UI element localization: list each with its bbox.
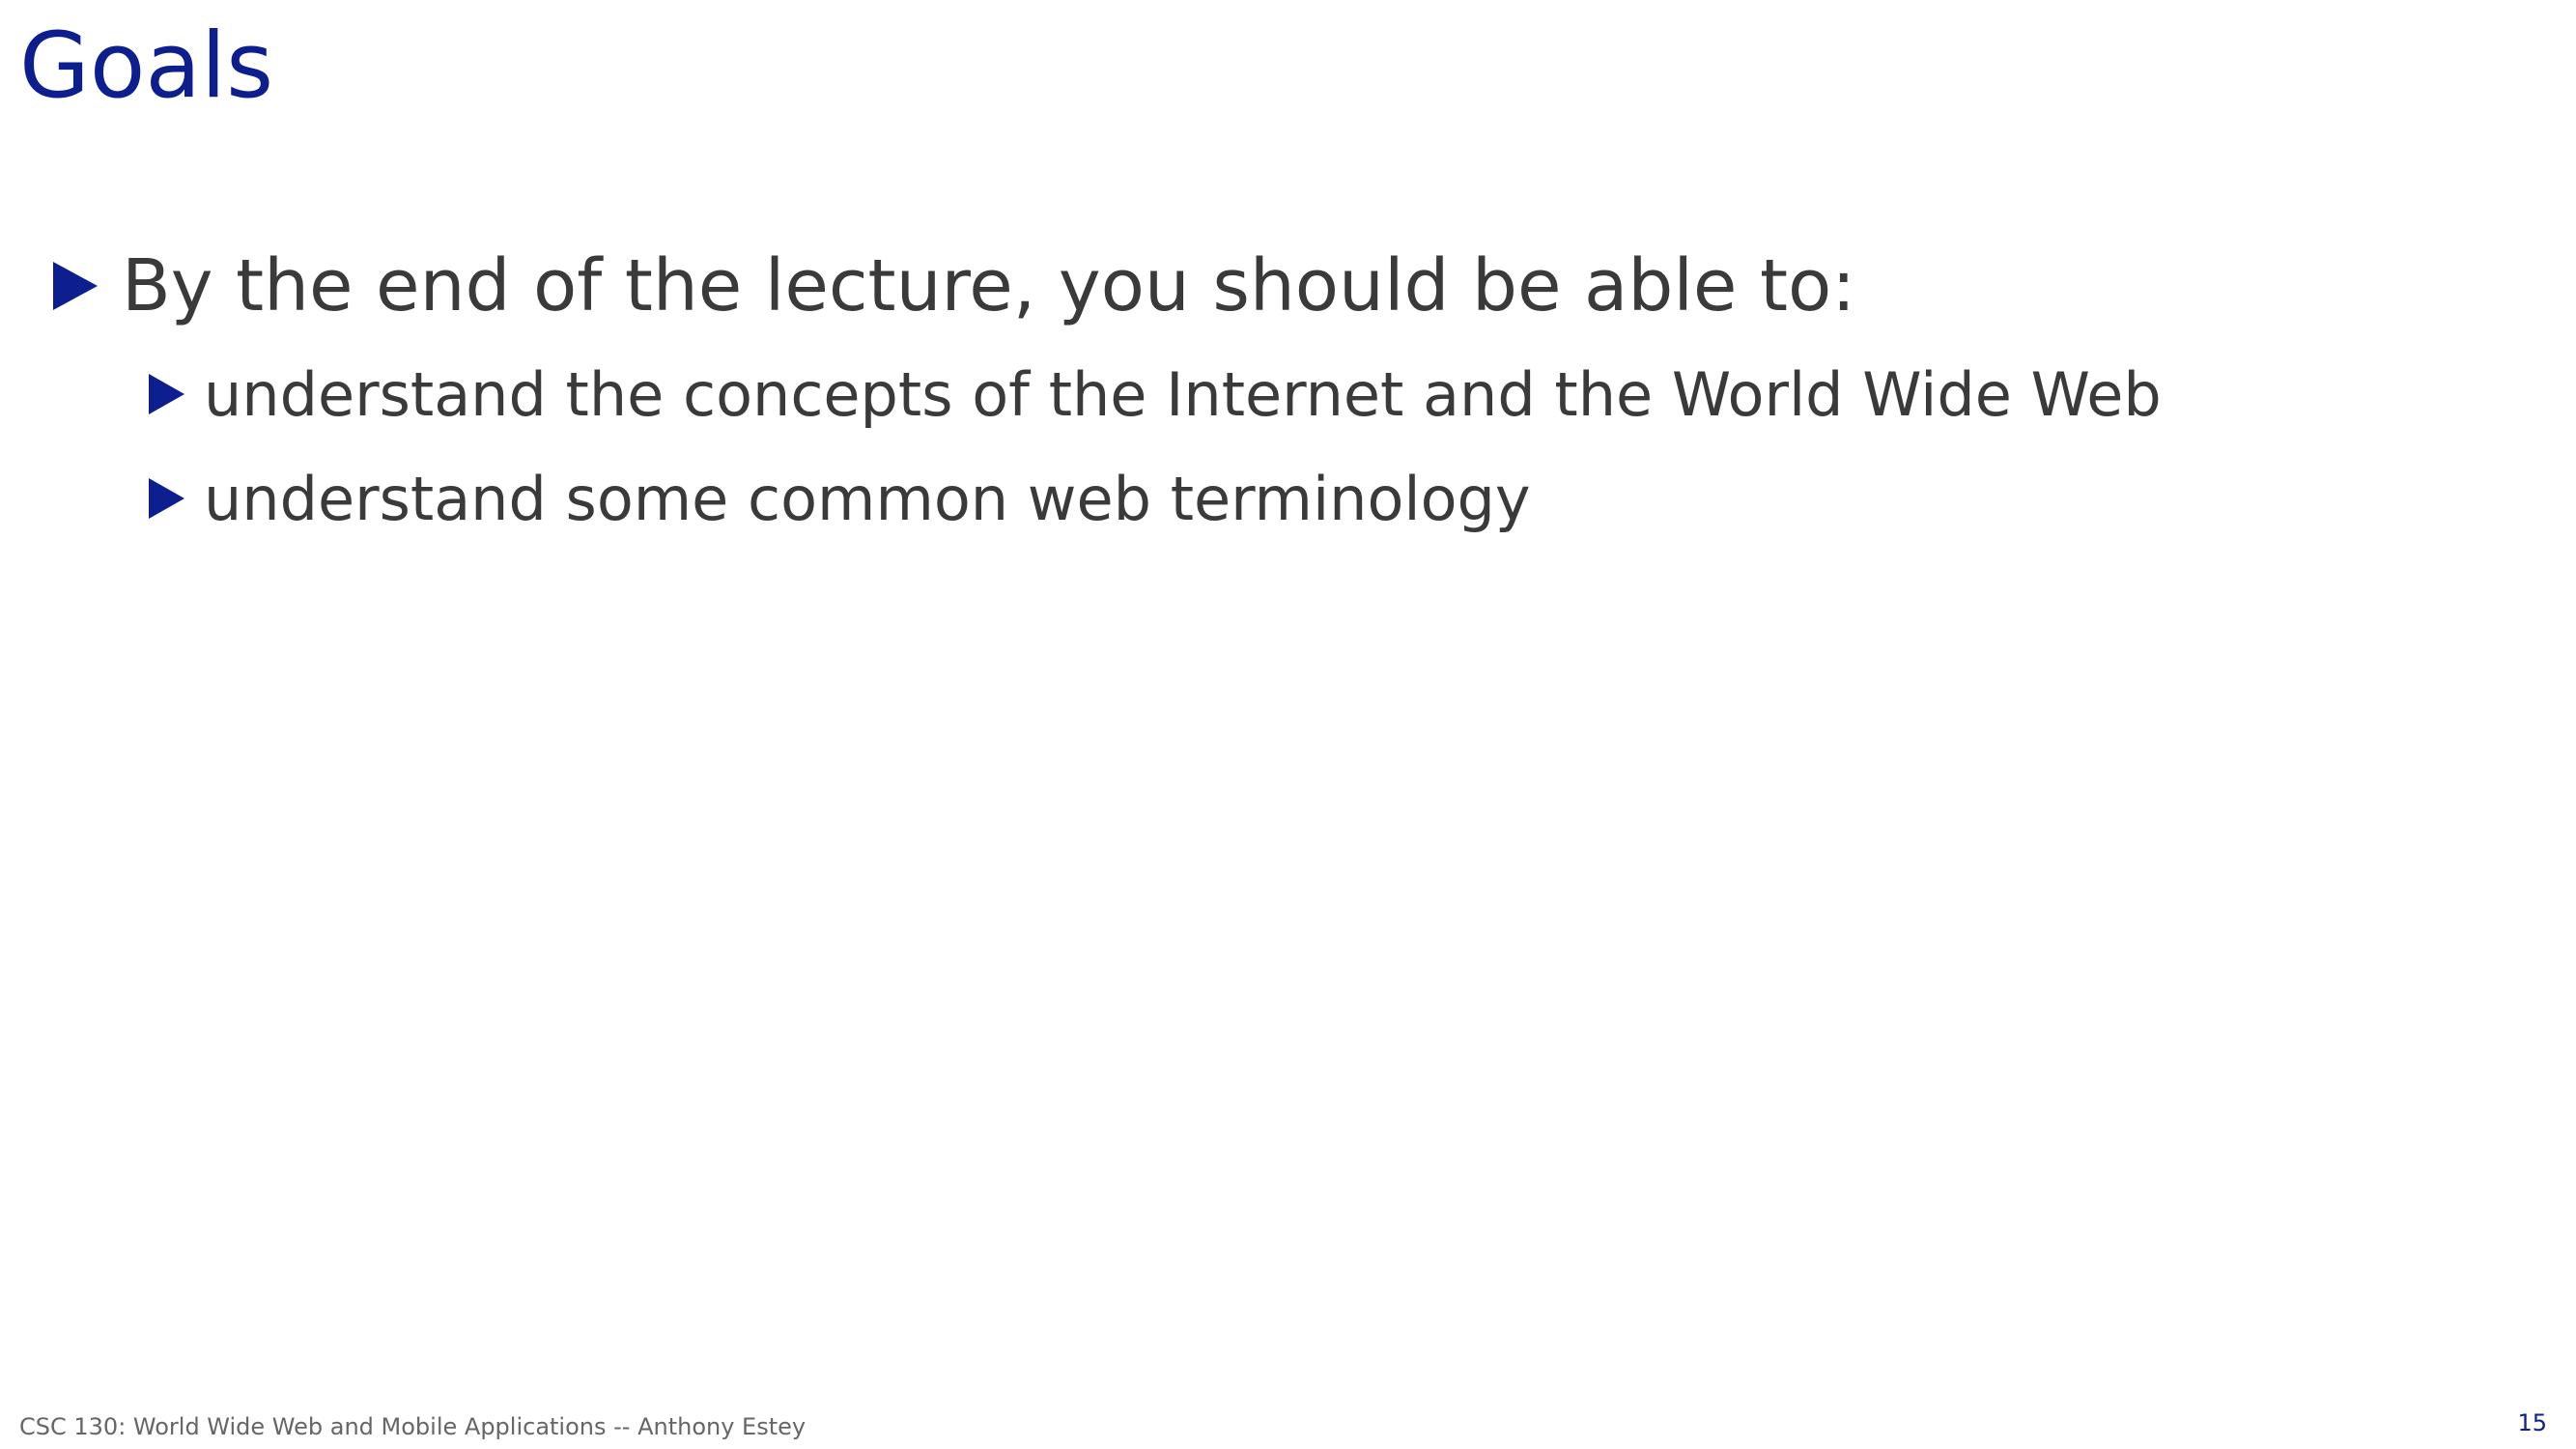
footer-text: CSC 130: World Wide Web and Mobile Appli… xyxy=(19,1413,807,1440)
triangle-right-icon xyxy=(149,374,184,414)
triangle-right-icon xyxy=(53,262,98,310)
sub-bullet-item: understand the concepts of the Internet … xyxy=(149,355,2162,433)
sub-bullet-text: understand some common web terminology xyxy=(204,463,1531,534)
bullet-text: By the end of the lecture, you should be… xyxy=(122,244,1856,327)
slide-title: Goals xyxy=(19,14,274,119)
bullet-item: By the end of the lecture, you should be… xyxy=(53,240,1855,332)
triangle-right-icon xyxy=(149,478,184,519)
page-number: 15 xyxy=(2517,1409,2547,1436)
sub-bullet-item: understand some common web terminology xyxy=(149,460,1531,537)
sub-bullet-text: understand the concepts of the Internet … xyxy=(204,358,2162,430)
